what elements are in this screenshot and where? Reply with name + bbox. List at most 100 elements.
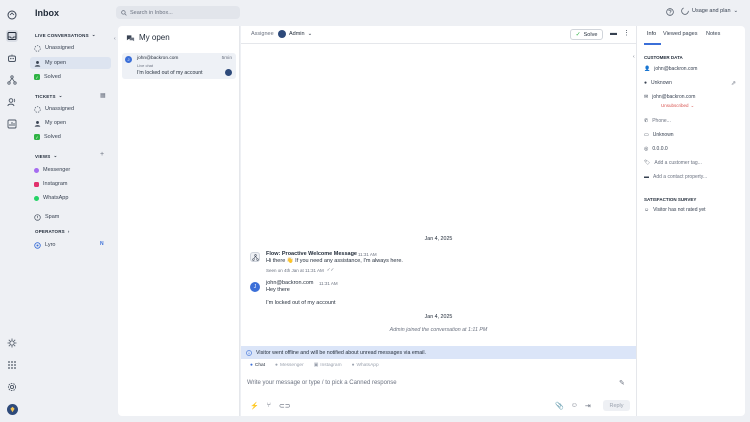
external-link-icon[interactable]: ⇗ (731, 80, 736, 87)
view-item-instagram[interactable]: Instagram (30, 178, 111, 190)
assignee-select[interactable]: Admin ⌄ (278, 30, 312, 38)
usage-gauge-icon (681, 7, 689, 15)
customer-email: john@backron.com (654, 66, 698, 72)
seen-status: Seen on 4th Jan at 11:31 AM ✓✓ (266, 267, 334, 273)
emoji-icon[interactable]: ☺ (571, 402, 578, 410)
nav-item-my-open[interactable]: My open (30, 57, 111, 69)
nav-item-unassigned[interactable]: Unassigned (30, 42, 111, 54)
bot-icon[interactable] (6, 52, 18, 64)
analytics-icon[interactable] (6, 118, 18, 130)
chevron-down-icon: ⌄ (58, 93, 63, 98)
visitor-message: Hey there (266, 287, 290, 293)
channel-tab-chat[interactable]: ● Chat (250, 363, 265, 368)
views-header[interactable]: VIEWS ⌄ (35, 153, 58, 159)
operators-header[interactable]: OPERATORS › (35, 229, 70, 234)
phone-row[interactable]: ✆ Phone... (644, 118, 671, 124)
flows-icon[interactable] (6, 74, 18, 86)
solve-label: Solve (583, 31, 598, 38)
globe-icon: ◎ (644, 146, 649, 152)
solve-button[interactable]: ✓ Solve (570, 29, 603, 40)
nav-item-solved[interactable]: ✓ Solved (30, 71, 111, 83)
ticket-icon[interactable]: ▬ (610, 30, 617, 37)
visibility-icon[interactable] (6, 9, 18, 21)
flows-icon[interactable]: ⑂ (267, 402, 271, 410)
more-options-icon[interactable]: ⋮ (623, 29, 630, 37)
tab-notes[interactable]: Notes (706, 31, 720, 37)
conversation-time: 5min (221, 56, 232, 61)
ticket-settings-icon[interactable]: ▦ (100, 92, 106, 99)
view-item-messenger[interactable]: Messenger (30, 164, 111, 176)
customer-email-row: 👤 john@backron.com (644, 66, 697, 72)
person-icon: 👤 (644, 66, 651, 72)
nav-item-spam[interactable]: Spam (30, 211, 111, 223)
monitor-icon: ▭ (644, 132, 649, 138)
nav-item-label: Lyro (45, 242, 56, 248)
phone-input[interactable]: Phone... (652, 118, 671, 124)
inbox-icon[interactable] (6, 30, 18, 42)
attachment-icon[interactable]: 📎 (555, 402, 564, 410)
add-tag-row[interactable]: 🏷 Add a customer tag... (644, 160, 702, 166)
unassigned-icon (34, 44, 41, 52)
message-composer[interactable]: Write your message or type / to pick a C… (247, 380, 397, 386)
ai-sparkle-icon[interactable] (6, 337, 18, 349)
date-separator: Jan 4, 2025 (424, 314, 453, 320)
contacts-icon[interactable] (6, 96, 18, 108)
settings-gear-icon[interactable] (6, 381, 18, 393)
channel-tab-instagram[interactable]: ▣ Instagram (314, 363, 342, 368)
nav-item-label: My open (45, 120, 67, 126)
usage-plan-button[interactable]: Usage and plan ⌄ (681, 7, 738, 15)
ai-assist-icon[interactable]: ✎ (619, 379, 625, 387)
add-view-icon[interactable]: + (100, 151, 104, 158)
chevron-down-icon: ⌄ (53, 153, 58, 158)
collapse-chevron-icon[interactable]: ‹ (114, 36, 116, 42)
subscription-status[interactable]: Unsubscribed ⌄ (661, 103, 694, 109)
link-icon[interactable]: ⊂⊃ (279, 402, 291, 410)
chat-icon: ● (250, 363, 253, 368)
add-property-row[interactable]: ▬ Add a contact property... (644, 174, 707, 180)
inbox-nav: Inbox LIVE CONVERSATIONS ⌄ Unassigned My… (26, 0, 116, 422)
inbox-title: Inbox (35, 8, 59, 18)
collapse-panel-icon[interactable]: ‹ (633, 54, 635, 60)
conversation-item[interactable]: J john@backron.com 5min Live chat I'm lo… (122, 53, 236, 79)
double-check-icon: ✓✓ (326, 267, 335, 272)
user-avatar[interactable] (6, 403, 18, 415)
operator-badge: N (100, 241, 104, 247)
conversation-preview: I'm locked out of my account (137, 70, 203, 76)
channel-tab-messenger[interactable]: ● Messenger (275, 363, 304, 368)
composer-actions: 📎 ☺ ⇥ (555, 402, 591, 410)
nav-item-label: Solved (44, 134, 61, 140)
tickets-header[interactable]: TICKETS ⌄ (35, 93, 63, 99)
reply-button[interactable]: Reply (603, 400, 630, 411)
satisfaction-heading: SATISFACTION SURVEY (644, 197, 697, 202)
ticket-item-solved[interactable]: ✓ Solved (30, 131, 111, 143)
check-icon: ✓ (575, 32, 581, 38)
search-box[interactable]: Search in Inbox... (116, 6, 240, 19)
live-conversations-header[interactable]: LIVE CONVERSATIONS ⌄ (35, 32, 96, 38)
customer-email2-row: ✉ john@backron.com (644, 94, 695, 100)
operator-item-lyro[interactable]: Lyro (30, 239, 111, 251)
help-icon[interactable] (666, 8, 674, 18)
channel-tab-label: Chat (254, 363, 266, 368)
whatsapp-icon: ● (351, 363, 355, 368)
chat-panel: Assignee Admin ⌄ ✓ Solve ▬ ⋮ Jan 4, 2025… (241, 26, 636, 416)
visitor-message: I'm locked out of my account (266, 300, 336, 306)
tab-info[interactable]: Info (647, 31, 656, 37)
search-input[interactable]: Search in Inbox... (130, 10, 173, 16)
conversation-list: ‹ My open J john@backron.com 5min Live c… (114, 26, 240, 416)
add-tag-link[interactable]: Add a customer tag... (654, 160, 702, 166)
tab-viewed-pages[interactable]: Viewed pages (663, 31, 697, 37)
seen-text: Seen on 4th Jan at 11:31 AM (266, 267, 324, 273)
send-file-icon[interactable]: ⇥ (585, 402, 591, 410)
apps-grid-icon[interactable] (6, 359, 18, 371)
customer-email-secondary: john@backron.com (652, 94, 696, 100)
admin-avatar (278, 30, 286, 38)
channel-tab-whatsapp[interactable]: ● WhatsApp (352, 363, 379, 368)
ticket-item-my-open[interactable]: My open (30, 117, 111, 129)
lightning-icon[interactable]: ⚡ (250, 402, 259, 410)
visitor-avatar: J (250, 282, 260, 292)
add-property-link[interactable]: Add a contact property... (653, 174, 707, 180)
icon-rail (0, 0, 24, 422)
ticket-item-unassigned[interactable]: Unassigned (30, 103, 111, 115)
view-item-whatsapp[interactable]: WhatsApp (30, 192, 111, 204)
chevron-down-icon: ⌄ (690, 103, 695, 108)
